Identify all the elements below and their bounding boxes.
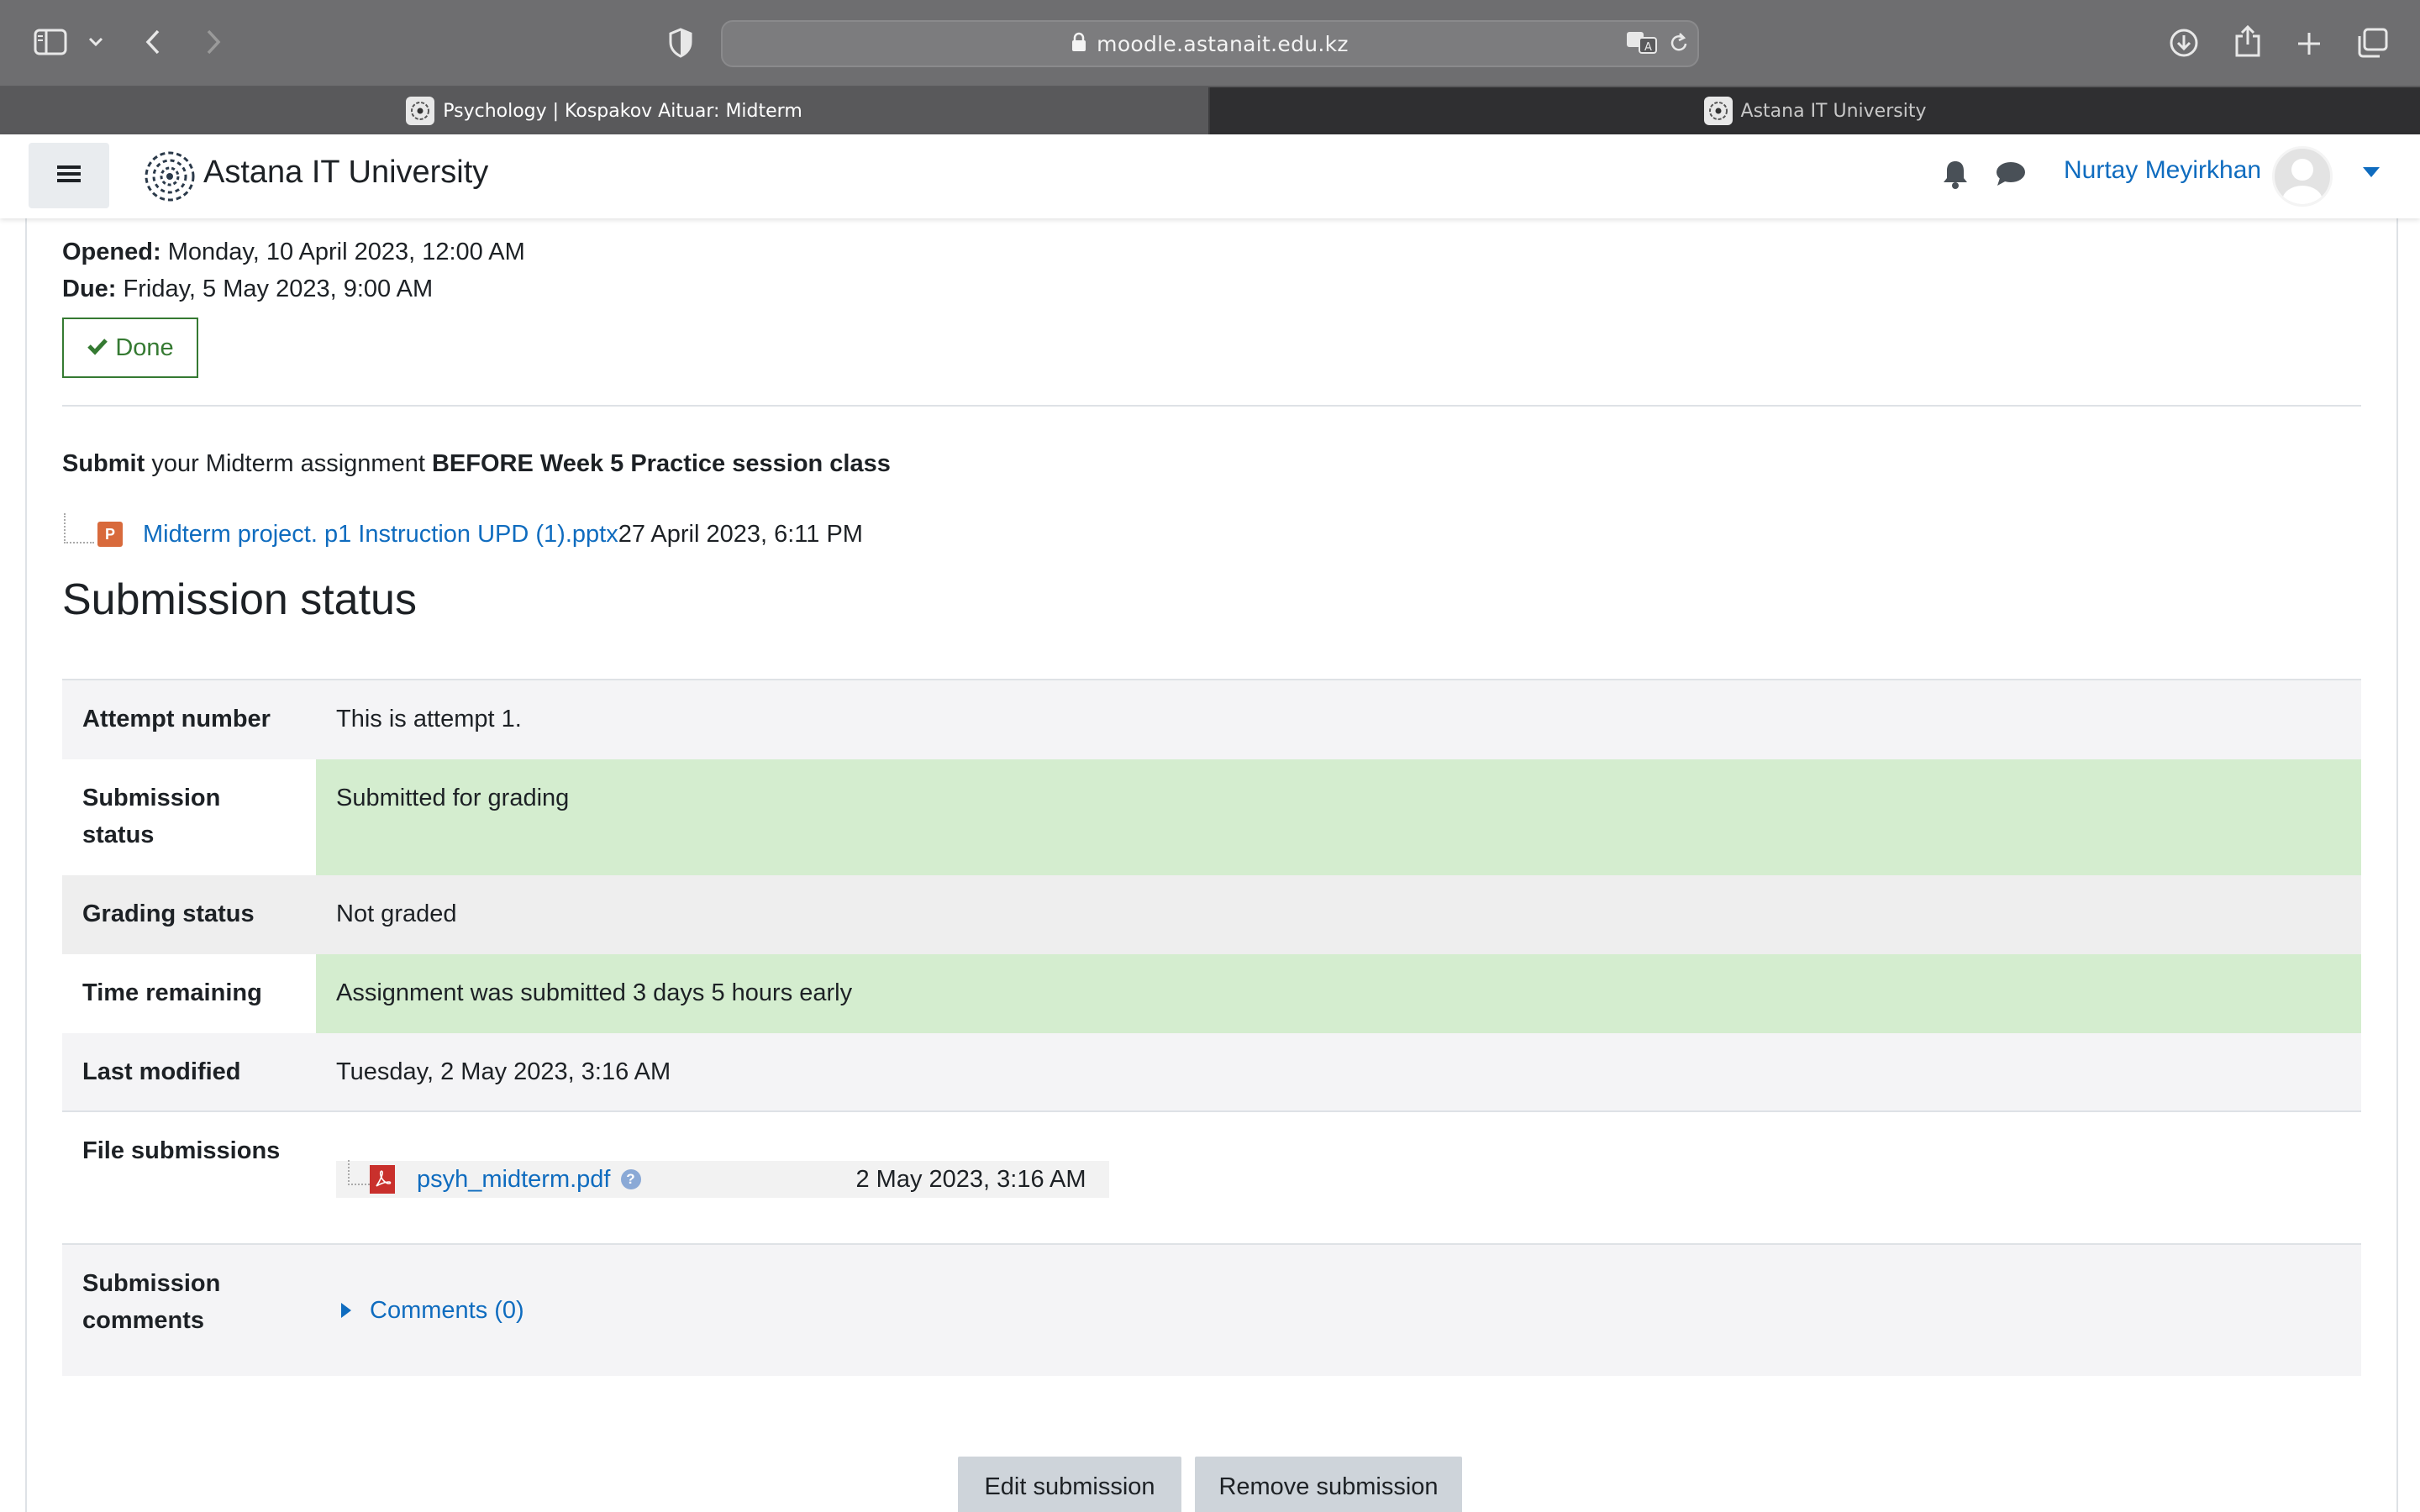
row-value: Tuesday, 2 May 2023, 3:16 AM <box>336 1058 671 1085</box>
tree-connector <box>348 1160 370 1185</box>
table-row: Last modified Tuesday, 2 May 2023, 3:16 … <box>62 1033 2361 1112</box>
intro-strong-submit: Submit <box>62 450 145 477</box>
row-value: Not graded <box>336 900 457 927</box>
tab-astana-it-university[interactable]: Astana IT University <box>1210 87 2420 134</box>
user-menu-name[interactable]: Nurtay Meyirkhan <box>2064 156 2261 185</box>
tab-psychology-midterm[interactable]: Psychology | Kospakov Aituar: Midterm <box>0 87 1208 134</box>
drawer-toggle-button[interactable] <box>29 143 109 208</box>
table-row: Attempt number This is attempt 1. <box>62 680 2361 759</box>
avatar[interactable] <box>2272 146 2333 207</box>
submission-status-table: Attempt number This is attempt 1. Submis… <box>62 679 2361 1376</box>
site-name[interactable]: Astana IT University <box>203 155 488 191</box>
site-navbar: Astana IT University Nurtay Meyirkhan <box>0 134 2420 218</box>
translate-icon[interactable]: A <box>1625 29 1659 57</box>
caret-right-icon <box>341 1292 351 1329</box>
back-icon[interactable] <box>138 25 168 59</box>
opened-date: Opened: Monday, 10 April 2023, 12:00 AM <box>62 239 525 266</box>
sidebar-toggle-icon[interactable] <box>32 25 69 59</box>
comments-link-label: Comments (0) <box>370 1297 524 1324</box>
shield-icon[interactable] <box>664 25 697 60</box>
due-label: Due: <box>62 276 117 302</box>
share-icon[interactable] <box>2230 22 2265 60</box>
row-value: Assignment was submitted 3 days 5 hours … <box>316 954 2361 1033</box>
tab-label: Psychology | Kospakov Aituar: Midterm <box>443 100 802 122</box>
edit-submission-button[interactable]: Edit submission <box>958 1457 1181 1512</box>
reload-icon[interactable] <box>1665 29 1692 57</box>
caret-down-icon[interactable] <box>2363 166 2380 181</box>
row-label: Submission comments <box>82 1270 221 1334</box>
pdf-file-icon <box>370 1165 395 1194</box>
done-button[interactable]: Done <box>62 318 198 378</box>
remove-submission-button[interactable]: Remove submission <box>1195 1457 1462 1512</box>
row-value: Comments (0) <box>316 1245 2361 1376</box>
row-label: Submission status <box>82 785 221 848</box>
row-label: File submissions <box>82 1137 281 1164</box>
bell-icon[interactable] <box>1941 158 1970 194</box>
forward-icon[interactable] <box>198 25 229 59</box>
row-value: psyh_midterm.pdf ? 2 May 2023, 3:16 AM <box>316 1112 2361 1243</box>
chevron-down-icon[interactable] <box>84 32 108 52</box>
university-logo[interactable] <box>143 146 197 207</box>
row-label: Attempt number <box>82 706 271 732</box>
row-value: This is attempt 1. <box>336 706 522 732</box>
opened-value: Monday, 10 April 2023, 12:00 AM <box>167 239 525 265</box>
main-content: Opened: Monday, 10 April 2023, 12:00 AM … <box>25 218 2398 1512</box>
favicon-icon <box>1703 97 1733 125</box>
file-link[interactable]: psyh_midterm.pdf <box>417 1161 611 1198</box>
table-row: File submissions psyh_midterm.pdf ? 2 Ma… <box>62 1112 2361 1245</box>
chat-icon[interactable] <box>1995 160 2027 192</box>
row-label: Last modified <box>82 1058 241 1085</box>
row-value: Submitted for grading <box>316 759 2361 875</box>
tab-overview-icon[interactable] <box>2354 25 2391 60</box>
url-text: moodle.astanait.edu.kz <box>1097 31 1349 56</box>
submission-status-heading: Submission status <box>62 575 417 624</box>
table-row: Grading status Not graded <box>62 875 2361 954</box>
intro-attachment: P Midterm project. p1 Instruction UPD (1… <box>64 509 863 559</box>
tab-label: Astana IT University <box>1740 100 1927 122</box>
download-icon[interactable] <box>2166 25 2202 60</box>
lock-icon <box>1071 32 1086 56</box>
comments-toggle[interactable]: Comments (0) <box>336 1292 524 1329</box>
help-icon[interactable]: ? <box>620 1169 641 1189</box>
table-row: Time remaining Assignment was submitted … <box>62 954 2361 1033</box>
row-label: Time remaining <box>82 979 262 1006</box>
due-date: Due: Friday, 5 May 2023, 9:00 AM <box>62 276 433 303</box>
hamburger-icon <box>57 164 81 188</box>
attachment-date: 27 April 2023, 6:11 PM <box>618 520 863 548</box>
check-icon <box>87 334 108 362</box>
opened-label: Opened: <box>62 239 161 265</box>
due-value: Friday, 5 May 2023, 9:00 AM <box>123 276 434 302</box>
submitted-file: psyh_midterm.pdf ? 2 May 2023, 3:16 AM <box>336 1160 1109 1198</box>
done-label: Done <box>115 333 174 361</box>
browser-toolbar: moodle.astanait.edu.kz A <box>0 0 2420 86</box>
favicon-icon <box>406 97 435 125</box>
assignment-intro: Submit your Midterm assignment BEFORE We… <box>62 450 891 478</box>
tree-connector <box>64 513 94 543</box>
file-date: 2 May 2023, 3:16 AM <box>855 1166 1086 1193</box>
address-bar[interactable]: moodle.astanait.edu.kz <box>721 20 1699 67</box>
table-row: Submission status Submitted for grading <box>62 759 2361 875</box>
table-row: Submission comments Comments (0) <box>62 1245 2361 1376</box>
svg-text:A: A <box>1644 41 1652 54</box>
pptx-file-icon: P <box>97 522 123 547</box>
divider <box>62 405 2361 407</box>
row-label: Grading status <box>82 900 255 927</box>
intro-text: your Midterm assignment <box>145 450 432 477</box>
tab-strip: Psychology | Kospakov Aituar: Midterm As… <box>0 86 2420 134</box>
attachment-link[interactable]: Midterm project. p1 Instruction UPD (1).… <box>143 521 618 549</box>
new-tab-icon[interactable] <box>2292 27 2326 60</box>
intro-strong-deadline: BEFORE Week 5 Practice session class <box>431 450 891 477</box>
